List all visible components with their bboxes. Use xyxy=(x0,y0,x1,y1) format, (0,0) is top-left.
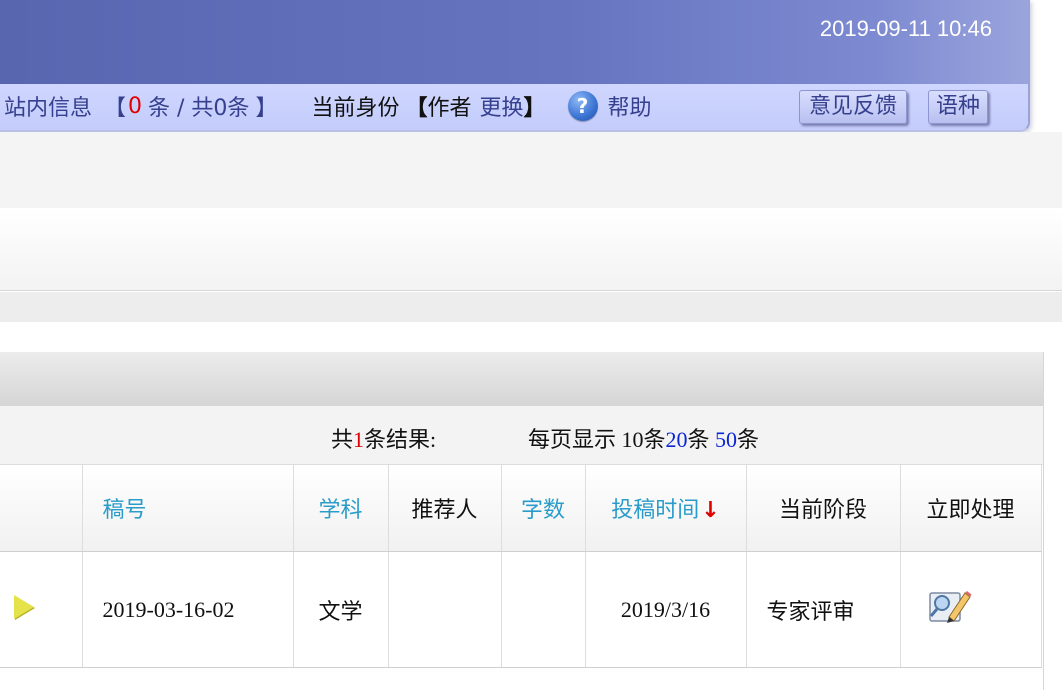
language-button[interactable]: 语种 xyxy=(928,90,988,124)
page-size-50-unit: 条 xyxy=(737,427,760,452)
page-size-20-link[interactable]: 20 xyxy=(666,427,688,452)
cell-recommender xyxy=(388,551,502,668)
column-header-word-count[interactable]: 字数 xyxy=(501,465,586,552)
cell-action xyxy=(900,551,1042,668)
table-row: 2019-03-16-02 文学 2019/3/16 专家评审 xyxy=(0,551,1042,668)
messages-link[interactable]: 站内信息 xyxy=(4,90,92,122)
submit-time-label: 投稿时间 xyxy=(611,498,700,523)
top-header: 2019-09-11 10:46 站内信息 【 0 条 / 共0条 】 当前身份… xyxy=(0,0,1030,132)
switch-identity-link[interactable]: 更换 xyxy=(480,90,524,122)
sort-desc-icon: ↓ xyxy=(701,498,720,523)
filter-band xyxy=(0,208,1062,291)
page-size-50-link[interactable]: 50 xyxy=(715,427,737,452)
current-datetime: 2019-09-11 10:46 xyxy=(819,16,992,41)
cell-word-count xyxy=(501,551,586,668)
identity-bracket-open: 【 xyxy=(405,96,428,121)
current-row-arrow-icon xyxy=(13,594,34,619)
total-prefix: 共 xyxy=(331,427,354,452)
separator-band xyxy=(0,292,1062,322)
cell-stage: 专家评审 xyxy=(746,551,901,668)
bracket-open: 【 xyxy=(104,96,127,121)
table-header-row: 稿号 学科 推荐人 字数 投稿时间↓ 当前阶段 立即处理 xyxy=(0,465,1042,552)
row-marker xyxy=(0,551,83,668)
message-count-text: 条 / 共0条 xyxy=(148,96,250,121)
help-link[interactable]: 帮助 xyxy=(608,90,652,122)
total-suffix: 条结果: xyxy=(364,427,437,452)
page-size-20-unit: 条 xyxy=(687,427,710,452)
page-size-10: 10条 xyxy=(621,427,666,452)
column-header-id[interactable]: 稿号 xyxy=(82,465,294,552)
total-results: 共1条结果: xyxy=(331,422,436,454)
column-header-recommender: 推荐人 xyxy=(388,465,502,552)
page-size-label: 每页显示 xyxy=(528,427,617,452)
help-icon[interactable]: ? xyxy=(567,91,598,121)
identity-bracket-close: 】 xyxy=(523,96,546,121)
column-header-marker xyxy=(0,465,83,552)
cell-subject: 文学 xyxy=(293,551,389,668)
unread-count[interactable]: 0 xyxy=(128,94,142,119)
column-header-submit-time[interactable]: 投稿时间↓ xyxy=(585,465,747,552)
panel-header xyxy=(0,352,1043,406)
header-banner: 2019-09-11 10:46 xyxy=(0,0,1028,84)
total-count: 1 xyxy=(353,427,365,452)
bracket-close: 】 xyxy=(255,96,278,121)
column-header-stage: 当前阶段 xyxy=(746,465,901,552)
identity-role: 作者 xyxy=(427,96,472,121)
cell-submit-time: 2019/3/16 xyxy=(585,551,747,668)
edit-icon[interactable] xyxy=(927,587,973,633)
info-bar: 站内信息 【 0 条 / 共0条 】 当前身份 【 作者 更换 】 ? 帮助 xyxy=(4,91,652,121)
cell-id: 2019-03-16-02 xyxy=(82,551,294,668)
results-panel: 共1条结果: 每页显示 10条20条 50条 稿号 学科 推荐人 字数 投稿时间… xyxy=(0,352,1044,690)
column-header-action: 立即处理 xyxy=(900,465,1042,552)
feedback-button[interactable]: 意见反馈 xyxy=(799,90,907,124)
page-size-selector: 每页显示 10条20条 50条 xyxy=(528,422,759,454)
toolbar-band xyxy=(0,132,1062,208)
column-header-subject[interactable]: 学科 xyxy=(293,465,389,552)
manuscript-table: 稿号 学科 推荐人 字数 投稿时间↓ 当前阶段 立即处理 2019-03-16-… xyxy=(0,465,1042,668)
results-summary: 共1条结果: 每页显示 10条20条 50条 xyxy=(0,406,1043,465)
identity-label: 当前身份 xyxy=(311,96,400,121)
